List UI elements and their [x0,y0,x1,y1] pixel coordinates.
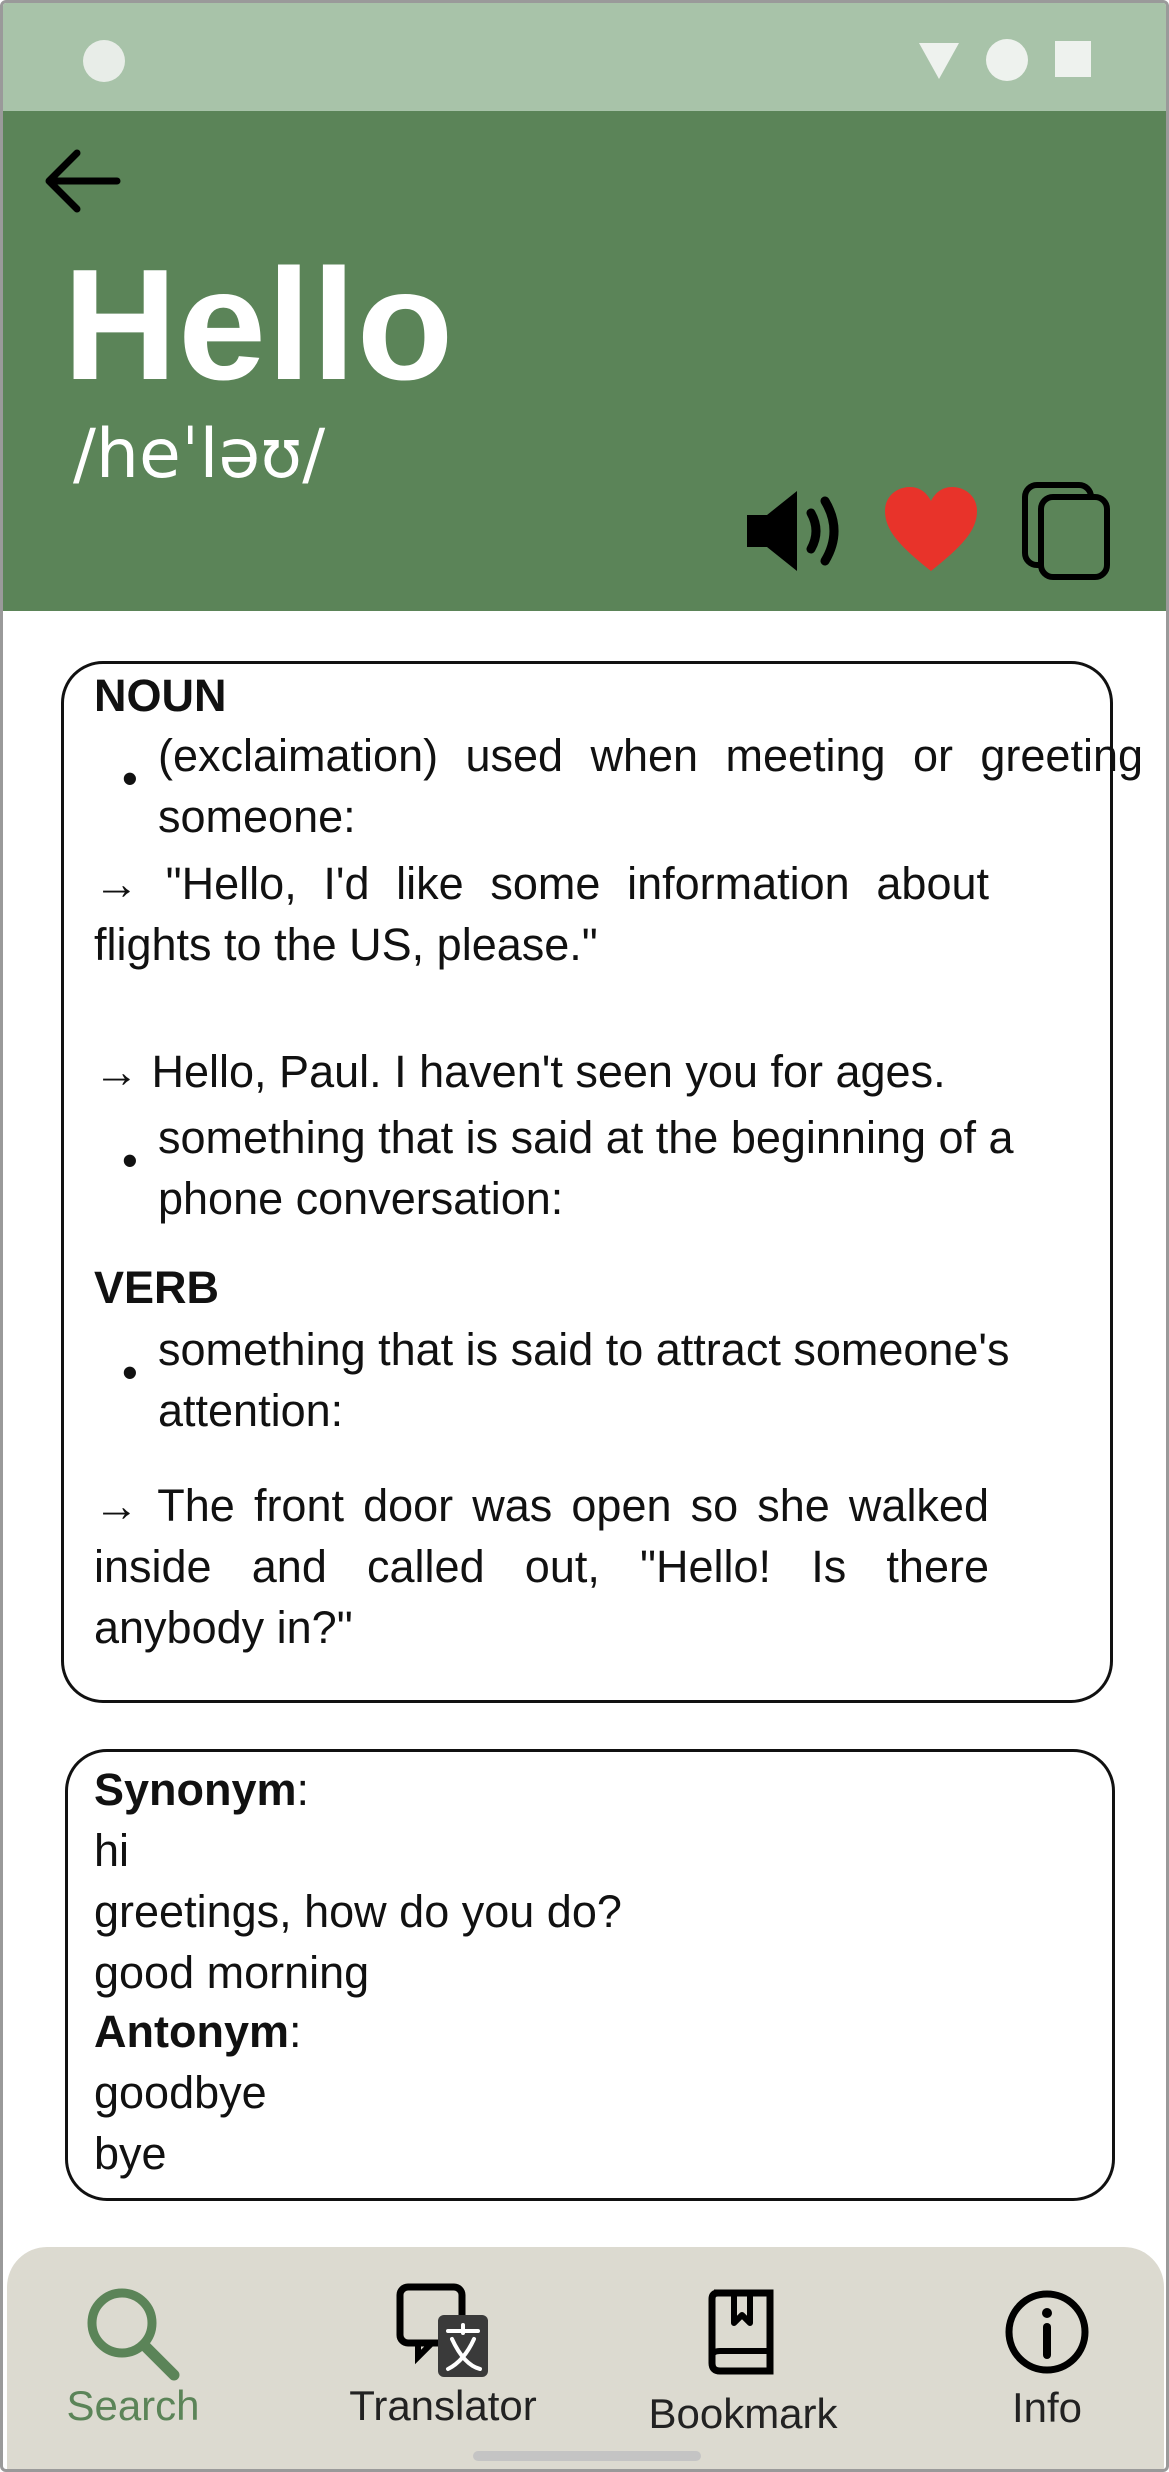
nav-bookmark-label: Bookmark [648,2390,838,2437]
verb-definition-1: something that is said to attract someon… [158,1324,1010,1436]
battery-icon [1055,41,1091,77]
favorite-button[interactable] [881,481,981,581]
arrow-left-icon [45,149,121,213]
nav-translator-label: Translator [349,2382,537,2429]
nav-bookmark[interactable]: Bookmark [643,2287,843,2435]
antonym-label: Antonym [94,2006,289,2057]
status-bar [3,3,1166,111]
definition-card: NOUN • (exclaimation) used when meeting … [61,661,1143,1703]
pronounce-button[interactable] [741,481,849,581]
bottom-navigation: Search Translator Bookmark Info [7,2247,1164,2469]
speaker-icon [747,491,839,571]
synonym-item: hi [94,1825,130,1876]
part-of-speech-noun: NOUN [94,670,227,721]
bullet-icon: • [122,1135,138,1186]
word-header: Hello /heˈləʊ/ [3,111,1166,611]
bullet-icon: • [122,1347,138,1398]
info-icon [1005,2290,1089,2374]
antonym-separator: : [289,2006,302,2057]
verb-example-1: → The front door was open so she walked … [94,1480,989,1653]
translator-icon [396,2283,488,2377]
nav-search-label: Search [66,2382,200,2429]
bookmark-icon [708,2289,774,2375]
antonym-item: goodbye [94,2067,267,2118]
synonym-separator: : [296,1764,310,1815]
noun-definition-1: (exclaimation) used when meeting or gree… [158,730,1143,842]
antonym-item: bye [94,2128,167,2179]
synonym-item: good morning [94,1947,370,1998]
copy-icon [1022,482,1110,580]
nav-translator[interactable]: Translator [333,2281,553,2427]
synonym-label: Synonym [94,1764,297,1815]
synonym-item: greetings, how do you do? [94,1886,622,1937]
nav-search[interactable]: Search [53,2281,213,2427]
noun-example-1: → "Hello, I'd like some information abou… [94,858,989,970]
nav-info-label: Info [1011,2384,1083,2431]
noun-example-2: → Hello, Paul. I haven't seen you for ag… [94,1046,946,1097]
back-button[interactable] [37,139,127,219]
bullet-icon: • [122,753,138,804]
wifi-icon [986,39,1028,81]
synonym-heading: Synonym: [94,1760,309,1821]
phonetic-transcription: /heˈləʊ/ [73,415,326,494]
synonym-antonym-card: Synonym: hi greetings, how do you do? go… [65,1749,1115,2201]
home-indicator[interactable] [473,2451,701,2461]
app-screen: Hello /heˈləʊ/ NOUN • (exclaimation) use… [0,0,1169,2472]
heart-icon [885,487,977,571]
antonym-heading: Antonym: [94,2002,302,2063]
signal-icon [919,43,959,79]
noun-definition-2: something that is said at the beginning … [158,1112,1014,1224]
nav-info[interactable]: Info [977,2287,1117,2429]
camera-dot-icon [83,40,125,82]
word-title: Hello [63,237,455,413]
part-of-speech-verb: VERB [94,1262,220,1313]
copy-button[interactable] [1019,479,1119,583]
search-icon [87,2288,180,2381]
